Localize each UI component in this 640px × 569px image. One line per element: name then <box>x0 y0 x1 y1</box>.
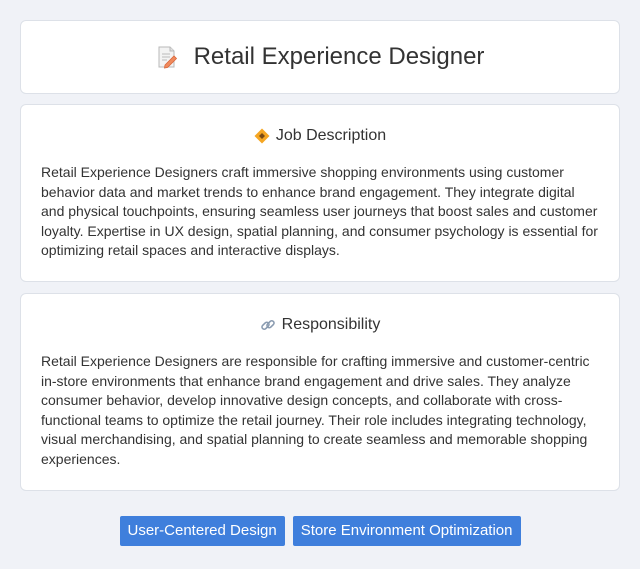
responsibility-card: Responsibility Retail Experience Designe… <box>20 293 620 491</box>
page-header: Retail Experience Designer <box>156 43 485 71</box>
header-card: Retail Experience Designer <box>20 20 620 94</box>
responsibility-title: Responsibility <box>281 316 381 333</box>
skill-tags: User-Centered Design Store Environment O… <box>0 516 640 546</box>
job-description-title: Job Description <box>275 127 387 144</box>
responsibility-heading: Responsibility <box>21 316 619 334</box>
job-description-card: Job Description Retail Experience Design… <box>20 104 620 282</box>
link-icon <box>260 317 276 333</box>
document-pencil-icon <box>156 45 178 69</box>
tag-store-environment-optimization[interactable]: Store Environment Optimization <box>292 516 521 546</box>
responsibility-text: Retail Experience Designers are responsi… <box>41 353 590 467</box>
job-description-text: Retail Experience Designers craft immers… <box>41 164 598 258</box>
page-title: Retail Experience Designer <box>193 43 485 70</box>
diamond-badge-icon <box>254 128 270 144</box>
tag-user-centered-design[interactable]: User-Centered Design <box>119 516 285 546</box>
job-description-heading: Job Description <box>21 127 619 145</box>
